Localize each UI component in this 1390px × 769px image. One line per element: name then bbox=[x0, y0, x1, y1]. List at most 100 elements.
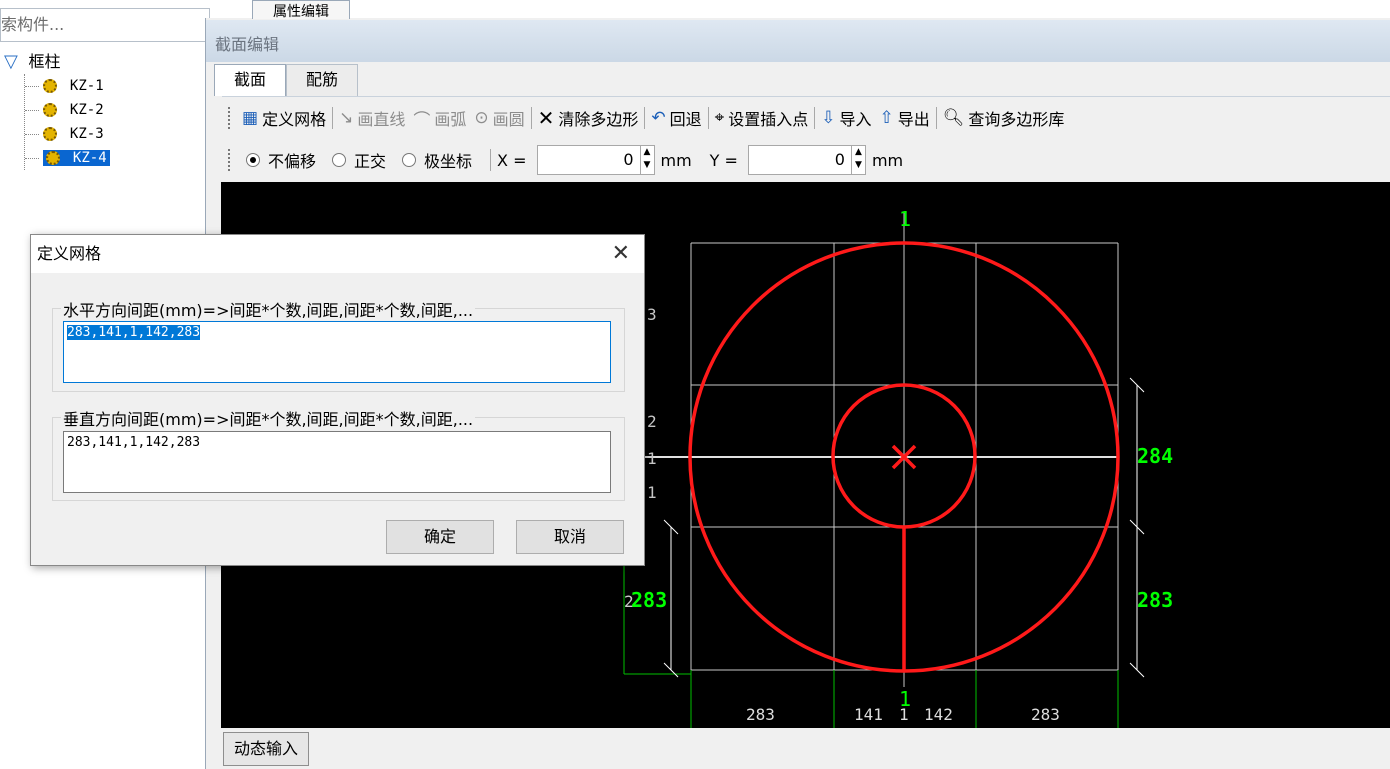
x-unit: mm bbox=[660, 150, 692, 170]
dim-text-right: 284 bbox=[1137, 444, 1173, 468]
tab-property-edit[interactable]: 属性编辑 bbox=[252, 0, 350, 19]
vertical-spacing-label: 垂直方向间距(mm)=>间距*个数,间距,间距*个数,间距,... bbox=[61, 406, 476, 430]
vertical-spacing-group: 垂直方向间距(mm)=>间距*个数,间距,间距*个数,间距,... 283,14… bbox=[52, 406, 625, 501]
circle-icon: ⊙ bbox=[474, 108, 489, 128]
radio-polar[interactable] bbox=[402, 153, 417, 167]
draw-arc-button[interactable]: ⌒ 画弧 bbox=[409, 103, 470, 133]
dim-text: 141 bbox=[854, 705, 883, 724]
export-label: 导出 bbox=[897, 110, 930, 129]
draw-line-label: 画直线 bbox=[357, 110, 406, 129]
dialog-titlebar[interactable] bbox=[31, 235, 644, 273]
x-coordinate-input[interactable]: 0 bbox=[536, 145, 641, 175]
ok-button[interactable]: 确定 bbox=[386, 520, 494, 554]
dim-text: 283 bbox=[746, 705, 775, 724]
tree-item-kz-2[interactable]: KZ-2 bbox=[25, 98, 110, 122]
radio-no-offset-label: 不偏移 bbox=[268, 152, 317, 171]
vertical-spacing-input[interactable]: 283,141,1,142,283 bbox=[63, 431, 611, 493]
partial-label: 2 bbox=[624, 592, 634, 611]
define-grid-label: 定义网格 bbox=[262, 110, 327, 129]
gear-icon bbox=[46, 151, 61, 165]
status-bar bbox=[206, 728, 1390, 769]
undo-label: 回退 bbox=[669, 110, 702, 129]
define-grid-dialog: 定义网格 ✕ 水平方向间距(mm)=>间距*个数,间距,间距*个数,间距,...… bbox=[30, 234, 645, 566]
dimension-extension-lines bbox=[623, 527, 1119, 728]
draw-circle-button[interactable]: ⊙ 画圆 bbox=[470, 103, 528, 133]
toolbar-separator bbox=[490, 149, 492, 171]
close-icon: ✕ bbox=[537, 106, 555, 130]
import-label: 导入 bbox=[839, 110, 872, 129]
line-icon: ↘ bbox=[339, 108, 354, 128]
tab-section[interactable]: 截面 bbox=[214, 64, 286, 96]
import-icon: ⇩ bbox=[821, 108, 836, 128]
toolbar-grip[interactable] bbox=[228, 149, 234, 171]
vertical-spacing-value: 283,141,1,142,283 bbox=[67, 435, 201, 450]
horizontal-spacing-input[interactable]: 283,141,1,142,283 bbox=[63, 321, 611, 383]
component-search-input[interactable]: 索构件... bbox=[0, 8, 210, 42]
close-icon[interactable]: ✕ bbox=[612, 239, 630, 269]
dim-text: 1 bbox=[899, 705, 909, 724]
tree-item-kz-1[interactable]: KZ-1 bbox=[25, 74, 110, 98]
tree-item-label: KZ-1 bbox=[69, 78, 104, 94]
undo-icon: ↶ bbox=[651, 108, 666, 128]
toolbar-separator bbox=[332, 107, 334, 129]
clear-polygon-button[interactable]: ✕ 清除多边形 bbox=[534, 103, 643, 133]
y-coordinate-input[interactable]: 0 bbox=[747, 145, 852, 175]
insert-point-icon: ⌖ bbox=[714, 108, 725, 128]
tree-root-label: 框柱 bbox=[28, 52, 61, 71]
undo-button[interactable]: ↶ 回退 bbox=[647, 103, 705, 133]
tree-item-label: KZ-3 bbox=[69, 126, 104, 142]
dim-text: 142 bbox=[924, 705, 953, 724]
window-title: 截面编辑 bbox=[206, 20, 1390, 62]
toolbar-separator bbox=[530, 107, 532, 129]
x-label: X = bbox=[497, 150, 527, 170]
export-icon: ⇧ bbox=[879, 108, 894, 128]
toolbar-separator bbox=[707, 107, 709, 129]
toolbar-separator bbox=[814, 107, 816, 129]
query-polygon-library-button[interactable]: 🔍︎ 查询多边形库 bbox=[939, 103, 1069, 133]
radio-no-offset[interactable] bbox=[246, 153, 260, 167]
tree-item-kz-3[interactable]: KZ-3 bbox=[25, 122, 110, 146]
clear-polygon-label: 清除多边形 bbox=[558, 110, 639, 129]
query-polygon-library-label: 查询多边形库 bbox=[968, 110, 1065, 129]
radio-orthogonal[interactable] bbox=[332, 153, 347, 167]
import-button[interactable]: ⇩ 导入 bbox=[817, 103, 875, 133]
horizontal-spacing-group: 水平方向间距(mm)=>间距*个数,间距,间距*个数,间距,... 283,14… bbox=[52, 297, 625, 392]
coordinate-toolbar: 不偏移 正交 极坐标 X = 0 ▲ ▼ mm Y = 0 ▲ ▼ mm bbox=[222, 140, 1390, 180]
partial-label: 1 bbox=[647, 449, 657, 468]
x-spinner[interactable]: ▲ ▼ bbox=[640, 145, 655, 175]
partial-label: 2 bbox=[647, 412, 657, 431]
set-insert-point-label: 设置插入点 bbox=[728, 110, 809, 129]
set-insert-point-button[interactable]: ⌖ 设置插入点 bbox=[711, 103, 813, 133]
grid-icon: ▦ bbox=[242, 108, 259, 128]
draw-arc-label: 画弧 bbox=[434, 110, 467, 129]
y-unit: mm bbox=[871, 150, 904, 170]
tree-item-kz-4[interactable]: KZ-4 bbox=[25, 146, 110, 170]
export-button[interactable]: ⇧ 导出 bbox=[876, 103, 934, 133]
y-label: Y = bbox=[709, 150, 738, 170]
define-grid-button[interactable]: ▦ 定义网格 bbox=[238, 103, 330, 133]
tree-item-label: KZ-4 bbox=[72, 150, 107, 166]
gear-icon bbox=[43, 103, 58, 117]
dim-text: 283 bbox=[1031, 705, 1060, 724]
dim-text-left: 283 bbox=[631, 588, 667, 612]
partial-label: 3 bbox=[647, 305, 657, 324]
tab-rebar[interactable]: 配筋 bbox=[286, 64, 358, 96]
horizontal-spacing-value: 283,141,1,142,283 bbox=[67, 325, 201, 340]
axis-label-top: 1 bbox=[899, 207, 911, 231]
dialog-title: 定义网格 bbox=[37, 244, 102, 263]
arc-icon: ⌒ bbox=[413, 110, 431, 131]
bottom-dimensions: 283 141 1 142 283 bbox=[746, 705, 1060, 724]
cancel-button[interactable]: 取消 bbox=[516, 520, 624, 554]
component-tree: ▽ 框柱 KZ-1 KZ-2 KZ-3 KZ-4 bbox=[4, 50, 110, 170]
gear-icon bbox=[43, 79, 58, 93]
y-spinner[interactable]: ▲ ▼ bbox=[851, 145, 866, 175]
draw-line-button[interactable]: ↘ 画直线 bbox=[335, 103, 409, 133]
radio-orthogonal-label: 正交 bbox=[354, 152, 387, 171]
tree-root[interactable]: ▽ 框柱 bbox=[4, 50, 110, 74]
tree-item-selected: KZ-4 bbox=[43, 150, 110, 166]
toolbar-separator bbox=[935, 107, 937, 129]
dynamic-input-button[interactable]: 动态输入 bbox=[223, 732, 309, 766]
draw-circle-label: 画圆 bbox=[492, 110, 525, 129]
toolbar-grip[interactable] bbox=[228, 107, 234, 129]
toolbar-separator bbox=[644, 107, 646, 129]
